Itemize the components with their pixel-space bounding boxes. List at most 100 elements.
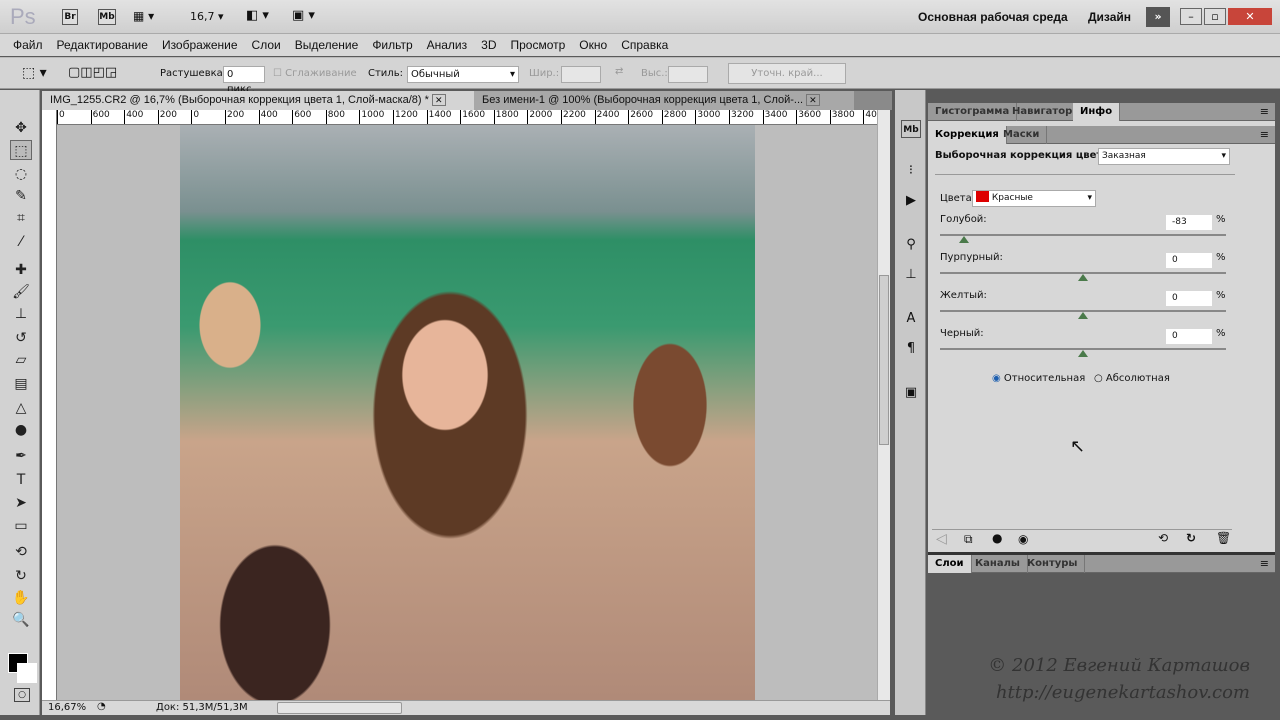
- menu-file[interactable]: Файл: [13, 38, 43, 52]
- paragraph-icon[interactable]: ¶: [901, 340, 921, 358]
- layer-comps-icon[interactable]: ▣: [901, 384, 921, 402]
- clone-source-icon[interactable]: ⊥: [901, 266, 921, 284]
- slider-thumb[interactable]: [959, 236, 970, 243]
- close-button[interactable]: ✕: [1228, 8, 1272, 25]
- brushes-icon[interactable]: ⚲: [901, 236, 921, 254]
- vertical-scroll-thumb[interactable]: [879, 275, 889, 445]
- menu-window[interactable]: Окно: [579, 38, 607, 52]
- slider-value-input[interactable]: 0: [1166, 329, 1212, 344]
- width-input[interactable]: [561, 66, 601, 83]
- tab-layers[interactable]: Слои: [928, 555, 972, 573]
- gradient-tool-icon[interactable]: ▤: [10, 374, 32, 394]
- tab-channels[interactable]: Каналы: [968, 555, 1028, 573]
- zoom-level-dropdown[interactable]: 16,7 ▾: [190, 10, 224, 23]
- menu-3d[interactable]: 3D: [481, 38, 496, 52]
- brush-tool-icon[interactable]: 🖌: [10, 282, 32, 302]
- marquee-tool-icon[interactable]: ⬚: [10, 140, 32, 160]
- tab-info[interactable]: Инфо: [1073, 103, 1121, 121]
- horizontal-scroll-thumb[interactable]: [277, 702, 402, 714]
- menu-filter[interactable]: Фильтр: [372, 38, 412, 52]
- close-tab-icon[interactable]: ✕: [806, 94, 820, 106]
- slider-track[interactable]: [940, 234, 1226, 236]
- dodge-tool-icon[interactable]: ●: [10, 420, 32, 440]
- more-workspaces-button[interactable]: »: [1146, 7, 1170, 27]
- quick-mask-icon[interactable]: ○: [14, 688, 30, 702]
- eraser-tool-icon[interactable]: ▱: [10, 350, 32, 370]
- panel-menu-icon[interactable]: ≡: [1260, 128, 1269, 141]
- mask-visibility-icon[interactable]: ●: [992, 531, 1002, 545]
- shape-tool-icon[interactable]: ▭: [10, 516, 32, 536]
- panel-menu-icon[interactable]: ≡: [1260, 557, 1269, 570]
- background-color-swatch[interactable]: [17, 663, 37, 683]
- menu-image[interactable]: Изображение: [162, 38, 238, 52]
- arrange-documents-dropdown[interactable]: ◧ ▾: [246, 8, 269, 23]
- style-select[interactable]: Обычный ▾: [407, 66, 519, 83]
- feather-input[interactable]: 0 пикс.: [223, 66, 265, 95]
- path-selection-tool-icon[interactable]: ➤: [10, 493, 32, 513]
- selection-mode-buttons[interactable]: ▢◫◰◲: [68, 65, 117, 80]
- view-extras-dropdown[interactable]: ▦ ▾: [133, 9, 154, 23]
- swap-icon[interactable]: ⇄: [615, 66, 623, 77]
- view-previous-icon[interactable]: ⟲: [1158, 531, 1168, 545]
- tab-img-1255[interactable]: IMG_1255.CR2 @ 16,7% (Выборочная коррекц…: [42, 91, 474, 110]
- clone-stamp-tool-icon[interactable]: ⊥: [10, 304, 32, 324]
- vertical-scrollbar[interactable]: [877, 110, 890, 700]
- tab-histogram[interactable]: Гистограмма: [928, 103, 1018, 121]
- character-icon[interactable]: A: [901, 310, 921, 328]
- workspace-design[interactable]: Дизайн: [1088, 10, 1131, 24]
- maximize-button[interactable]: ▫: [1204, 8, 1226, 25]
- mini-bridge-icon[interactable]: Mb: [901, 120, 921, 138]
- menu-layers[interactable]: Слои: [252, 38, 281, 52]
- status-icon[interactable]: ◔: [97, 701, 106, 712]
- move-tool-icon[interactable]: ✥: [10, 118, 32, 138]
- actions-icon[interactable]: ▶: [901, 192, 921, 210]
- lasso-tool-icon[interactable]: ◌: [10, 164, 32, 184]
- relative-radio[interactable]: ◉ Относительная: [992, 373, 1085, 384]
- preset-select[interactable]: Заказная ▾: [1098, 148, 1230, 165]
- antialias-checkbox[interactable]: ☐ Сглаживание: [273, 68, 357, 79]
- back-arrow-icon[interactable]: ◁: [936, 531, 947, 547]
- menu-select[interactable]: Выделение: [295, 38, 359, 52]
- clip-to-layer-icon[interactable]: ⧉: [964, 532, 973, 547]
- quick-selection-tool-icon[interactable]: ✎: [10, 186, 32, 206]
- 3d-rotate-tool-icon[interactable]: ⟲: [10, 542, 32, 562]
- menu-help[interactable]: Справка: [621, 38, 668, 52]
- slider-value-input[interactable]: 0: [1166, 253, 1212, 268]
- 3d-orbit-tool-icon[interactable]: ↻: [10, 566, 32, 586]
- zoom-tool-icon[interactable]: 🔍: [10, 610, 32, 630]
- history-brush-tool-icon[interactable]: ↺: [10, 328, 32, 348]
- status-zoom[interactable]: 16,67%: [48, 702, 86, 713]
- document-photo[interactable]: [180, 125, 755, 700]
- type-tool-icon[interactable]: T: [10, 470, 32, 490]
- menu-view[interactable]: Просмотр: [510, 38, 565, 52]
- screen-mode-dropdown[interactable]: ▣ ▾: [292, 8, 315, 23]
- tab-untitled-1[interactable]: Без имени-1 @ 100% (Выборочная коррекция…: [474, 91, 854, 110]
- eyedropper-tool-icon[interactable]: ⁄: [10, 232, 32, 252]
- refine-edge-button[interactable]: Уточн. край...: [728, 63, 846, 84]
- slider-value-input[interactable]: 0: [1166, 291, 1212, 306]
- menu-edit[interactable]: Редактирование: [57, 38, 148, 52]
- panel-menu-icon[interactable]: ≡: [1260, 105, 1269, 118]
- canvas-area[interactable]: [57, 125, 877, 700]
- tab-paths[interactable]: Контуры: [1020, 555, 1086, 573]
- history-icon[interactable]: ⁝: [901, 162, 921, 180]
- reset-icon[interactable]: ↻: [1186, 531, 1196, 545]
- bridge-button[interactable]: Br: [62, 9, 78, 25]
- tab-adjustments[interactable]: Коррекция: [928, 126, 1007, 144]
- eye-icon[interactable]: ◉: [1018, 532, 1028, 546]
- healing-brush-tool-icon[interactable]: ✚: [10, 260, 32, 280]
- mini-bridge-button[interactable]: Mb: [98, 9, 116, 25]
- tab-masks[interactable]: Маски: [996, 126, 1048, 144]
- menu-analysis[interactable]: Анализ: [427, 38, 468, 52]
- tab-navigator[interactable]: Навигатор: [1005, 103, 1081, 121]
- colors-select[interactable]: Красные ▾: [972, 190, 1096, 207]
- blur-tool-icon[interactable]: △: [10, 398, 32, 418]
- slider-thumb[interactable]: [1078, 274, 1088, 281]
- minimize-button[interactable]: –: [1180, 8, 1202, 25]
- slider-value-input[interactable]: -83: [1166, 215, 1212, 230]
- slider-thumb[interactable]: [1078, 312, 1088, 319]
- slider-thumb[interactable]: [1078, 350, 1088, 357]
- absolute-radio[interactable]: ○ Абсолютная: [1094, 373, 1170, 384]
- hand-tool-icon[interactable]: ✋: [10, 588, 32, 608]
- crop-tool-icon[interactable]: ⌗: [10, 208, 32, 228]
